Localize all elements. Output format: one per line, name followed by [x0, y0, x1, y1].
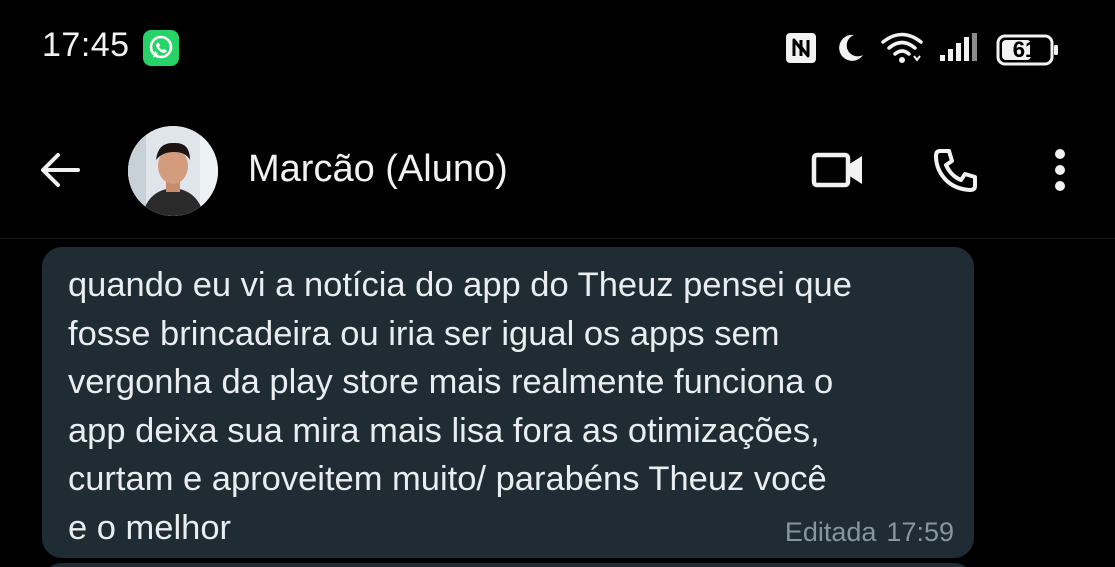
nfc-icon	[784, 31, 818, 70]
wifi-icon	[880, 31, 924, 70]
message-meta: Editada 17:59	[785, 517, 954, 548]
more-vert-icon	[1055, 149, 1065, 191]
status-time: 17:45	[42, 26, 130, 64]
signal-icon	[938, 32, 982, 68]
whatsapp-chat-screen: 17:45 61 Marcão (Aluno) quando eu vi a n…	[0, 0, 1115, 567]
status-icons: 61	[784, 28, 1060, 72]
back-button[interactable]	[32, 142, 88, 198]
video-call-icon	[811, 152, 862, 188]
message-text: quando eu vi a notícia do app do Theuz p…	[68, 266, 852, 547]
battery-icon: 61	[996, 34, 1060, 66]
chat-area[interactable]: quando eu vi a notícia do app do Theuz p…	[0, 239, 1115, 567]
avatar[interactable]	[128, 126, 218, 216]
chat-header: Marcão (Aluno)	[0, 100, 1115, 239]
next-message-bubble[interactable]	[42, 563, 974, 567]
battery-level: 61	[1012, 37, 1038, 62]
back-arrow-icon	[41, 153, 80, 187]
message-time: 17:59	[886, 517, 954, 547]
more-options-button[interactable]	[1030, 140, 1090, 200]
phone-icon	[934, 149, 977, 192]
status-bar: 17:45 61	[0, 0, 1115, 100]
do-not-disturb-moon-icon	[832, 31, 866, 70]
whatsapp-notification-icon	[143, 30, 179, 66]
edited-label: Editada	[784, 517, 877, 547]
incoming-message-bubble[interactable]: quando eu vi a notícia do app do Theuz p…	[42, 247, 974, 558]
voice-call-button[interactable]	[926, 140, 986, 200]
contact-name[interactable]: Marcão (Aluno)	[248, 148, 508, 191]
video-call-button[interactable]	[808, 140, 868, 200]
